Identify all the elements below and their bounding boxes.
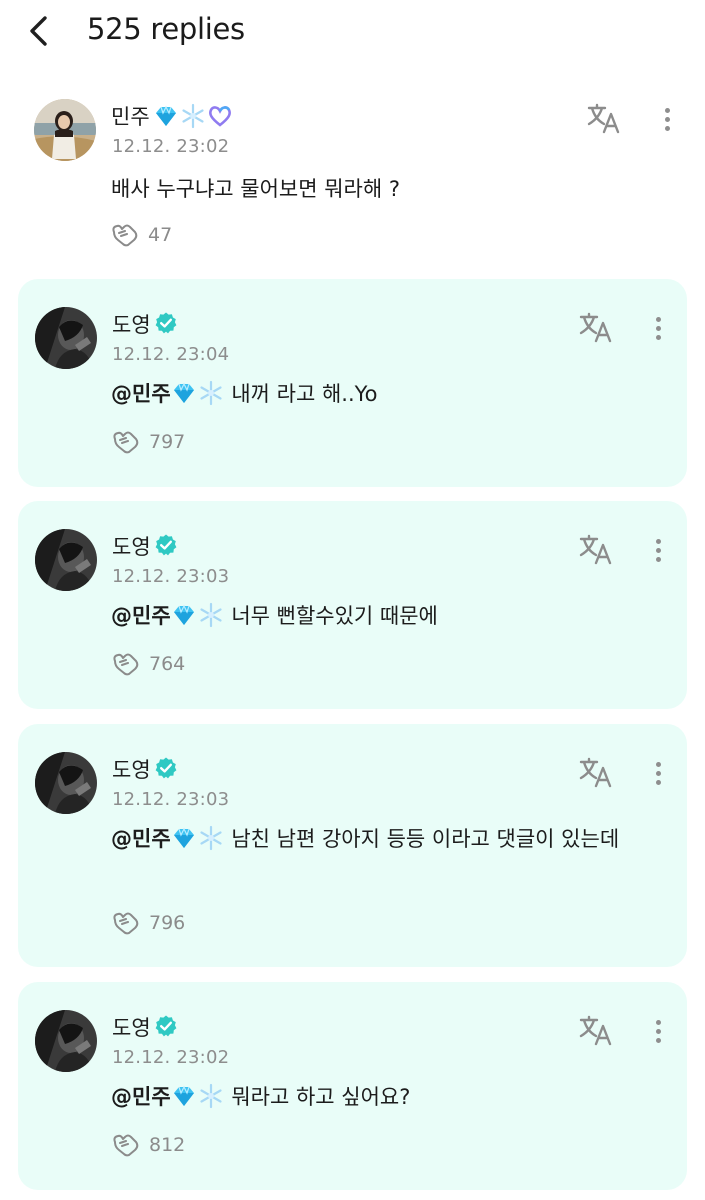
diamond-icon bbox=[171, 380, 197, 406]
author-name[interactable]: 도영 bbox=[112, 309, 151, 339]
heart-hands-icon bbox=[113, 912, 139, 935]
mention-link[interactable]: @민주 bbox=[111, 825, 225, 851]
snowflake-icon bbox=[198, 1083, 224, 1109]
mention-link[interactable]: @민주 bbox=[111, 1083, 225, 1109]
translate-button[interactable] bbox=[578, 1014, 616, 1048]
translate-button[interactable] bbox=[586, 102, 624, 136]
translate-button[interactable] bbox=[578, 311, 616, 345]
author-name[interactable]: 민주 bbox=[111, 101, 150, 131]
reply-card: 도영 12.12. 23:03 @민주 남친 남편 강아지 등등 이라고 댓글이… bbox=[18, 724, 687, 967]
heart-hands-icon bbox=[113, 431, 139, 454]
back-button[interactable] bbox=[22, 8, 62, 52]
translate-icon bbox=[579, 1015, 612, 1046]
author-row: 도영 bbox=[112, 1012, 181, 1042]
translate-icon bbox=[579, 312, 612, 343]
like-button[interactable]: 797 bbox=[111, 429, 185, 455]
author-row: 도영 bbox=[112, 754, 181, 784]
verified-badge-icon bbox=[154, 533, 180, 559]
author-row: 도영 bbox=[112, 309, 181, 339]
verified-badge-icon bbox=[154, 311, 180, 337]
reply-body: 남친 남편 강아지 등등 이라고 댓글이 있는데 bbox=[231, 827, 620, 851]
author-row: 도영 bbox=[112, 531, 181, 561]
diamond-icon bbox=[171, 602, 197, 628]
top-bar: 525 replies bbox=[0, 0, 705, 62]
snowflake-icon bbox=[198, 602, 224, 628]
reply-body: 내꺼 라고 해..Yo bbox=[231, 382, 378, 406]
comment-text: @민주 남친 남편 강아지 등등 이라고 댓글이 있는데 bbox=[111, 822, 651, 856]
verified-badge-icon bbox=[154, 1014, 180, 1040]
more-vertical-icon bbox=[648, 762, 668, 785]
like-count: 797 bbox=[149, 431, 186, 453]
author-name[interactable]: 도영 bbox=[112, 1012, 151, 1042]
avatar[interactable] bbox=[34, 99, 96, 161]
like-count: 796 bbox=[149, 912, 186, 934]
avatar[interactable] bbox=[35, 752, 97, 814]
page-title: 525 replies bbox=[87, 12, 245, 46]
diamond-icon bbox=[153, 103, 179, 129]
more-options-button[interactable] bbox=[648, 313, 668, 347]
translate-icon bbox=[579, 757, 612, 788]
chevron-left-icon bbox=[30, 16, 47, 46]
more-vertical-icon bbox=[657, 108, 677, 131]
diamond-icon bbox=[171, 825, 197, 851]
comment-date: 12.12. 23:04 bbox=[112, 344, 230, 365]
like-button[interactable]: 812 bbox=[111, 1132, 185, 1158]
more-options-button[interactable] bbox=[648, 758, 668, 792]
reply-card: 도영 12.12. 23:03 @민주 너무 뻔할수있기 때문에 764 bbox=[18, 501, 687, 709]
root-comment: 민주 12.12. 23:02 배사 누구냐고 물어보면 뭐라해 ? 47 bbox=[0, 90, 705, 270]
comment-text: @민주 너무 뻔할수있기 때문에 bbox=[111, 599, 651, 633]
reply-card: 도영 12.12. 23:04 @민주 내꺼 라고 해..Yo 797 bbox=[18, 279, 687, 487]
mention-link[interactable]: @민주 bbox=[111, 602, 225, 628]
snowflake-icon bbox=[198, 380, 224, 406]
more-options-button[interactable] bbox=[648, 535, 668, 569]
comment-date: 12.12. 23:03 bbox=[112, 789, 230, 810]
like-count: 812 bbox=[149, 1134, 186, 1156]
avatar[interactable] bbox=[35, 307, 97, 369]
snowflake-icon bbox=[198, 825, 224, 851]
avatar[interactable] bbox=[35, 1010, 97, 1072]
comment-text: @민주 뭐라고 하고 싶어요? bbox=[111, 1080, 651, 1114]
like-count: 47 bbox=[148, 224, 173, 246]
heart-hands-icon bbox=[112, 224, 138, 247]
reply-body: 뭐라고 하고 싶어요? bbox=[231, 1085, 411, 1109]
author-name[interactable]: 도영 bbox=[112, 754, 151, 784]
snowflake-icon bbox=[180, 103, 206, 129]
translate-icon bbox=[587, 103, 620, 134]
comment-text: @민주 내꺼 라고 해..Yo bbox=[111, 377, 651, 411]
reply-card: 도영 12.12. 23:02 @민주 뭐라고 하고 싶어요? 812 bbox=[18, 982, 687, 1190]
comment-text: 배사 누구냐고 물어보면 뭐라해 ? bbox=[111, 177, 401, 201]
author-row: 민주 bbox=[111, 101, 234, 131]
more-options-button[interactable] bbox=[657, 104, 677, 138]
translate-button[interactable] bbox=[578, 533, 616, 567]
like-button[interactable]: 796 bbox=[111, 910, 185, 936]
more-vertical-icon bbox=[648, 317, 668, 340]
diamond-icon bbox=[171, 1083, 197, 1109]
like-button[interactable]: 47 bbox=[110, 222, 172, 248]
comment-date: 12.12. 23:03 bbox=[112, 566, 230, 587]
reply-body: 너무 뻔할수있기 때문에 bbox=[231, 604, 438, 628]
heart-hands-icon bbox=[113, 653, 139, 676]
heart-hands-icon bbox=[113, 1134, 139, 1157]
avatar[interactable] bbox=[35, 529, 97, 591]
author-name[interactable]: 도영 bbox=[112, 531, 151, 561]
purple-heart-icon bbox=[207, 103, 233, 129]
comment-date: 12.12. 23:02 bbox=[112, 136, 230, 157]
like-button[interactable]: 764 bbox=[111, 651, 185, 677]
more-vertical-icon bbox=[648, 539, 668, 562]
like-count: 764 bbox=[149, 653, 186, 675]
more-options-button[interactable] bbox=[648, 1016, 668, 1050]
comment-date: 12.12. 23:02 bbox=[112, 1047, 230, 1068]
translate-button[interactable] bbox=[578, 756, 616, 790]
verified-badge-icon bbox=[154, 756, 180, 782]
translate-icon bbox=[579, 534, 612, 565]
more-vertical-icon bbox=[648, 1020, 668, 1043]
mention-link[interactable]: @민주 bbox=[111, 380, 225, 406]
